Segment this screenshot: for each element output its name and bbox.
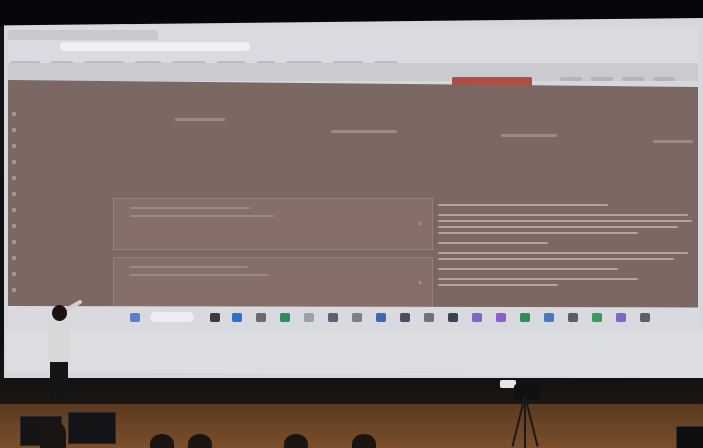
taskbar-app-icon (210, 313, 220, 322)
sidebar-icon (12, 159, 16, 164)
taskbar-app-icon (328, 313, 338, 322)
stage-light (676, 426, 703, 448)
card-title-blur (130, 207, 250, 209)
sidebar-icon (12, 143, 16, 148)
audience-head (188, 434, 212, 448)
detail-text-blur (438, 226, 678, 228)
sidebar-item (12, 158, 60, 166)
taskbar-app-icon (352, 313, 362, 322)
taskbar-app-icon (280, 313, 290, 322)
audience-head (352, 434, 376, 448)
progress-step (650, 138, 696, 160)
presenter-legs (50, 360, 68, 400)
progress-step (324, 128, 404, 150)
projection-screen-lower (6, 330, 703, 378)
taskbar-app-icon (448, 313, 458, 322)
taskbar-app-icon (424, 313, 434, 322)
taskbar-app-icon (400, 313, 410, 322)
audience-head (284, 434, 308, 448)
header-links (560, 66, 690, 81)
header-link (591, 77, 614, 81)
presenter-head (52, 305, 67, 321)
browser-address-bar (60, 42, 250, 51)
step-label-blur (331, 130, 397, 133)
sidebar-icon (12, 111, 16, 116)
chevron-right-icon: › (418, 278, 422, 287)
conference-hall-photo: › › (0, 0, 703, 448)
sidebar-item (12, 206, 60, 214)
detail-text-blur (438, 232, 638, 234)
detail-panel (438, 196, 694, 296)
taskbar-app-icon (520, 313, 530, 322)
taskbar-search (150, 312, 194, 322)
detail-heading-blur (438, 242, 548, 244)
card-subtitle-blur (130, 215, 274, 217)
taskbar-app-icon (568, 313, 578, 322)
windows-start-icon (130, 313, 140, 322)
detail-heading-blur (438, 268, 618, 270)
app-brand (12, 82, 92, 92)
taskbar-app-icon (496, 313, 506, 322)
detail-text-blur (438, 284, 558, 286)
taskbar-app-icon (256, 313, 266, 322)
card-subtitle-blur (130, 274, 268, 276)
page-title (196, 65, 448, 79)
sidebar-icon (12, 239, 16, 244)
detail-heading-blur (438, 204, 608, 206)
header-link (653, 77, 676, 81)
chevron-right-icon: › (418, 219, 422, 228)
taskbar-app-icon (304, 313, 314, 322)
camera-tripod (510, 395, 540, 448)
header-link (622, 77, 645, 81)
audience-head (40, 420, 66, 448)
sidebar-icon (12, 191, 16, 196)
taskbar-app-icon (376, 313, 386, 322)
detail-text-blur (438, 252, 688, 254)
sidebar-item (12, 270, 60, 278)
taskbar-app-icon (472, 313, 482, 322)
taskbar-app-icon (592, 313, 602, 322)
taskbar-app-icon (544, 313, 554, 322)
detail-text-blur (438, 278, 638, 280)
stage-monitor (68, 412, 116, 444)
sidebar-item (12, 222, 60, 230)
sidebar-icon (12, 271, 16, 276)
sidebar-icon (12, 175, 16, 180)
sidebar-item (12, 190, 60, 198)
result-card: › (113, 257, 433, 309)
sidebar (8, 98, 60, 306)
sidebar-icon (12, 207, 16, 212)
card-title-blur (130, 266, 248, 268)
step-label-blur (175, 118, 225, 121)
progress-step (165, 116, 235, 138)
sidebar-icon (12, 287, 16, 292)
bookmarks-bar (10, 52, 696, 67)
detail-text-blur (438, 214, 688, 216)
sidebar-item (12, 110, 60, 118)
taskbar-app-icon (616, 313, 626, 322)
step-label-blur (653, 140, 693, 143)
sidebar-item (12, 286, 60, 294)
audience-head (150, 434, 174, 448)
presenter (48, 318, 70, 362)
step-label-blur (501, 134, 557, 137)
taskbar-app-icon (232, 313, 242, 322)
detail-text-blur (438, 258, 674, 260)
sidebar-icon (12, 127, 16, 132)
section-heading (113, 150, 173, 160)
browser-tab-title (14, 30, 134, 40)
sidebar-item (12, 142, 60, 150)
taskbar-app-icon (640, 313, 650, 322)
sidebar-item (12, 238, 60, 246)
detail-text-blur (438, 220, 692, 222)
result-card: › (113, 198, 433, 250)
sidebar-icon (12, 255, 16, 260)
sidebar-item (12, 174, 60, 182)
sidebar-item (12, 126, 60, 134)
sidebar-icon (12, 223, 16, 228)
progress-step (494, 132, 564, 154)
sidebar-item (12, 254, 60, 262)
header-link (560, 77, 582, 81)
